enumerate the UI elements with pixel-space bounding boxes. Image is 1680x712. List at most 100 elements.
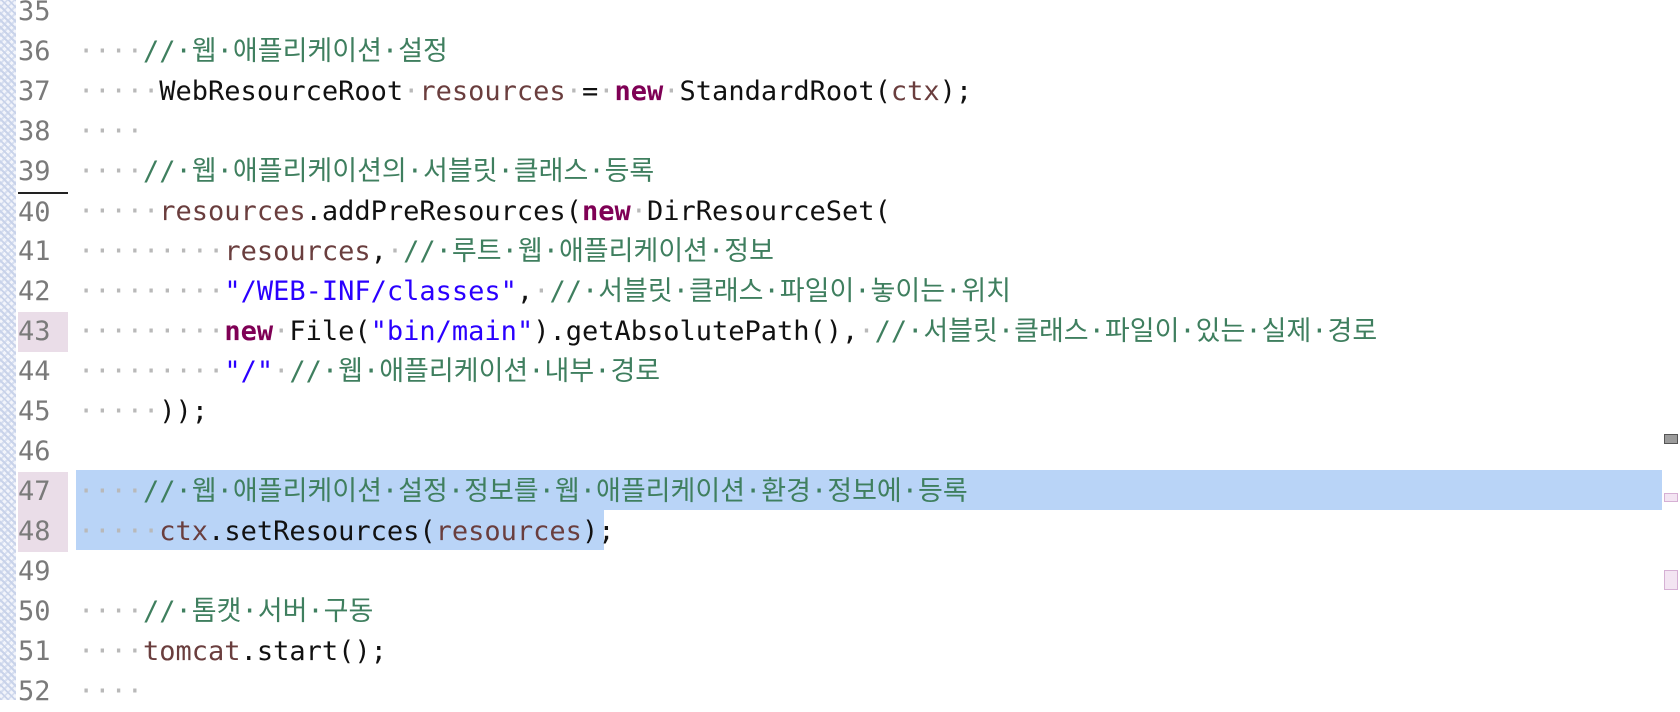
line-code: ···· [78, 112, 143, 152]
code-text: )); [159, 396, 209, 427]
line-code: ···· [78, 672, 143, 712]
code-string: "bin/main" [370, 316, 534, 347]
overview-ruler[interactable] [1662, 0, 1680, 700]
whitespace-marker: ···· [78, 156, 144, 187]
code-text: ).getAbsolutePath(), [533, 316, 859, 347]
code-text: = [581, 76, 599, 107]
code-comment: //·웹·애플리케이션·설정 [143, 36, 448, 67]
line-code: ····//·웹·애플리케이션·설정·정보를·웹·애플리케이션·환경·정보에·등… [78, 472, 968, 512]
code-keyword: new [581, 196, 631, 227]
code-text: .addPreResources( [305, 196, 582, 227]
overview-ruler-occurrence-marker[interactable] [1664, 570, 1678, 590]
code-line[interactable]: 45 ·····)); [0, 392, 1662, 432]
code-line[interactable]: 49 [0, 552, 1662, 592]
whitespace-marker: · [630, 196, 647, 227]
code-line[interactable]: 51 ····tomcat.start(); [0, 632, 1662, 672]
code-comment: //·서블릿·클래스·파일이·놓이는·위치 [549, 276, 1012, 307]
code-variable: ctx [890, 76, 940, 107]
code-text: ); [939, 76, 973, 107]
code-keyword: new [614, 76, 664, 107]
code-line[interactable]: 36 ····//·웹·애플리케이션·설정 [0, 32, 1662, 72]
line-number: 43 [18, 312, 68, 352]
code-comment: //·웹·애플리케이션·내부·경로 [289, 356, 661, 387]
whitespace-marker: · [663, 76, 680, 107]
code-text: .setResources( [208, 516, 436, 547]
code-line[interactable]: 35 [0, 0, 1662, 32]
code-line[interactable]: 43 ·········new·File("bin/main").getAbsol… [0, 312, 1662, 352]
whitespace-marker: ···· [78, 636, 144, 667]
code-comment: //·톰캣·서버·구동 [143, 596, 374, 627]
code-text: , [370, 236, 387, 267]
code-text: WebResourceRoot [159, 76, 404, 107]
line-number: 48 [18, 512, 68, 552]
overview-ruler-current-marker[interactable] [1664, 434, 1678, 444]
whitespace-marker: ····· [78, 76, 160, 107]
line-number: 49 [18, 556, 51, 587]
code-line[interactable]: 38 ···· [0, 112, 1662, 152]
whitespace-marker: · [273, 356, 290, 387]
code-variable: resources [224, 236, 371, 267]
whitespace-marker: · [858, 316, 875, 347]
line-code: ····//·웹·애플리케이션·설정 [78, 32, 448, 72]
code-keyword: new [224, 316, 274, 347]
code-line[interactable]: 37 ·····WebResourceRoot·resources·=·new·S… [0, 72, 1662, 112]
line-number: 51 [18, 636, 51, 667]
code-variable: resources [435, 516, 582, 547]
code-line[interactable]: 48 ·····ctx.setResources(resources); [0, 512, 1662, 552]
code-line[interactable]: 39 ····//·웹·애플리케이션의·서블릿·클래스·등록 [0, 152, 1662, 192]
code-variable: resources [419, 76, 566, 107]
code-string: "/WEB-INF/classes" [224, 276, 517, 307]
line-code: ·········resources,·//·루트·웹·애플리케이션·정보 [78, 232, 774, 272]
line-number: 44 [18, 356, 51, 387]
line-code: ····tomcat.start(); [78, 632, 387, 672]
overview-ruler-occurrence-marker[interactable] [1664, 493, 1678, 502]
whitespace-marker: ····· [78, 396, 160, 427]
line-code: ·········new·File("bin/main").getAbsolut… [78, 312, 1377, 352]
whitespace-marker: ····· [78, 196, 160, 227]
line-number: 41 [18, 236, 51, 267]
line-number: 50 [18, 596, 51, 627]
code-comment: //·웹·애플리케이션·설정·정보를·웹·애플리케이션·환경·정보에·등록 [143, 476, 968, 507]
line-code: ····//·톰캣·서버·구동 [78, 592, 373, 632]
line-number: 46 [18, 436, 51, 467]
line-number: 52 [18, 676, 51, 707]
whitespace-marker: · [386, 236, 404, 267]
code-line[interactable]: 50 ····//·톰캣·서버·구동 [0, 592, 1662, 632]
code-line[interactable]: 52 ···· [0, 672, 1662, 712]
whitespace-marker: ···· [78, 596, 144, 627]
whitespace-marker: ···· [78, 676, 144, 707]
whitespace-marker: · [565, 76, 582, 107]
line-code: ·····WebResourceRoot·resources·=·new·Sta… [78, 72, 972, 112]
code-line[interactable]: 47 ····//·웹·애플리케이션·설정·정보를·웹·애플리케이션·환경·정보에… [0, 472, 1662, 512]
code-line[interactable]: 40 ·····resources.addPreResources(new·Dir… [0, 192, 1662, 232]
whitespace-marker: · [598, 76, 615, 107]
code-comment: //·서블릿·클래스·파일이·있는·실제·경로 [874, 316, 1378, 347]
whitespace-marker: ···· [78, 116, 144, 147]
whitespace-marker: · [403, 76, 420, 107]
code-line[interactable]: 46 [0, 432, 1662, 472]
code-comment: //·웹·애플리케이션의·서블릿·클래스·등록 [143, 156, 655, 187]
line-number: 39 [18, 156, 51, 187]
whitespace-marker: ····· [78, 516, 160, 547]
code-line[interactable]: 44 ·········"/"·//·웹·애플리케이션·내부·경로 [0, 352, 1662, 392]
code-line[interactable]: 41 ·········resources,·//·루트·웹·애플리케이션·정보 [0, 232, 1662, 272]
line-number: 45 [18, 396, 51, 427]
line-code: ·········"/WEB-INF/classes",·//·서블릿·클래스·… [78, 272, 1011, 312]
whitespace-marker: · [533, 276, 550, 307]
line-number: 37 [18, 76, 51, 107]
code-text: StandardRoot( [679, 76, 891, 107]
code-variable: tomcat [143, 636, 241, 667]
code-variable: resources [159, 196, 306, 227]
line-number: 38 [18, 116, 51, 147]
code-text: DirResourceSet( [646, 196, 891, 227]
code-editor[interactable]: 35 36 ····//·웹·애플리케이션·설정 37 ·····WebResource… [0, 0, 1662, 707]
line-number: 36 [18, 36, 51, 67]
code-variable: ctx [159, 516, 209, 547]
whitespace-marker: ···· [78, 36, 144, 67]
line-number: 42 [18, 276, 51, 307]
code-line[interactable]: 42 ·········"/WEB-INF/classes",·//·서블릿·클래… [0, 272, 1662, 312]
line-code: ·····ctx.setResources(resources); [78, 512, 614, 552]
whitespace-marker: ···· [78, 476, 144, 507]
whitespace-marker: ········· [78, 276, 225, 307]
code-comment: //·루트·웹·애플리케이션·정보 [403, 236, 774, 267]
